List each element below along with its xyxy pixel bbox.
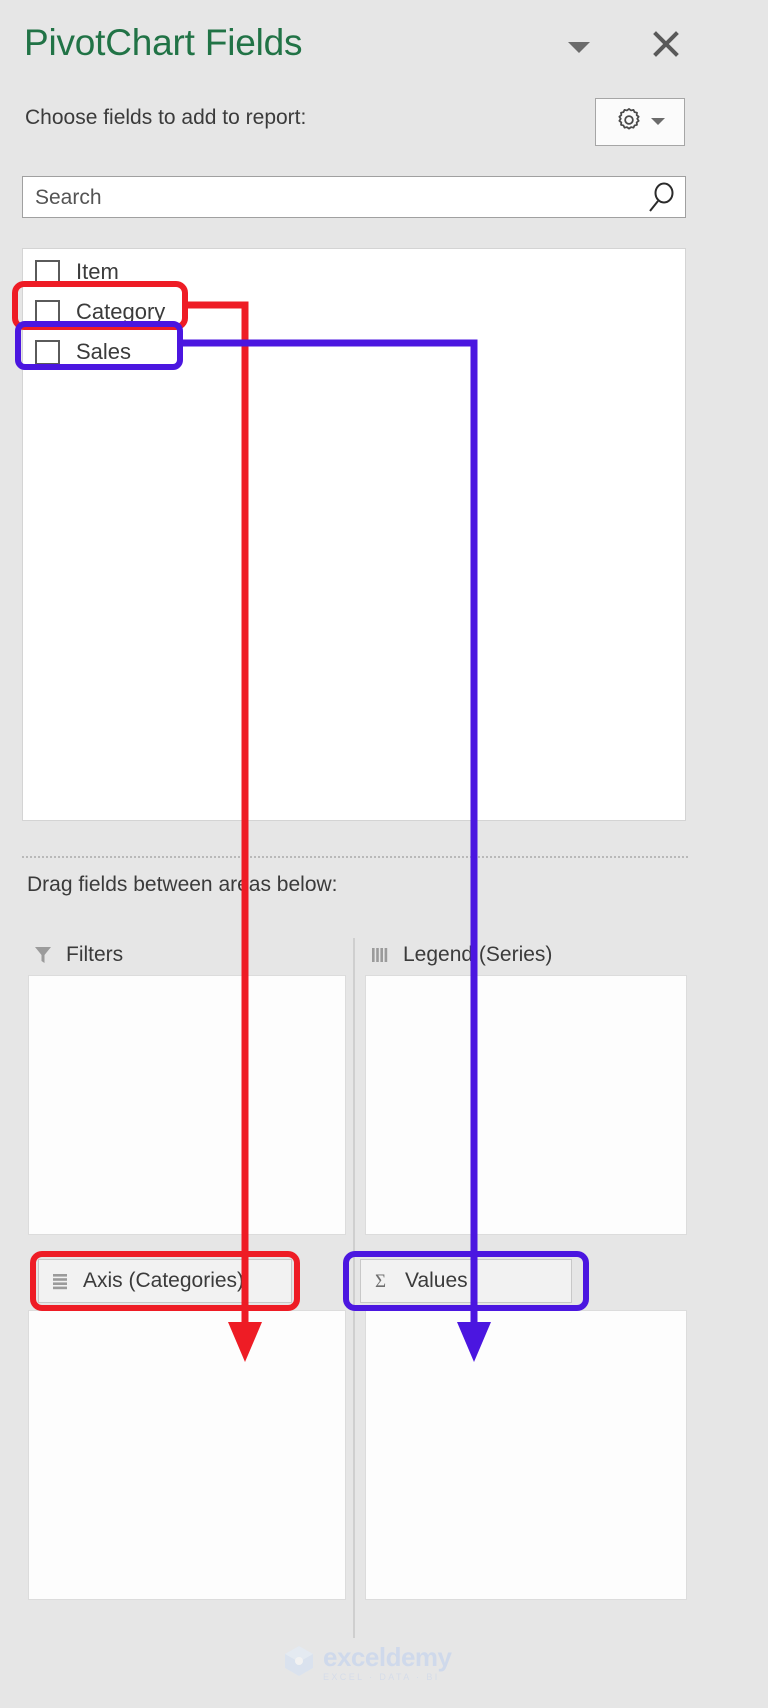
area-header-axis[interactable]: Axis (Categories) [38,1259,292,1303]
area-label-axis: Axis (Categories) [83,1269,245,1292]
area-dropzone-axis[interactable] [28,1310,346,1600]
chevron-down-icon [650,113,666,131]
field-checkbox-item[interactable] [35,259,60,285]
watermark: exceldemy EXCEL · DATA · BI [282,1641,452,1682]
field-label-item: Item [76,259,119,284]
areas-column-separator [353,938,355,1638]
rows-icon [49,1271,71,1291]
field-list[interactable]: Item Category Sales [22,248,686,821]
drag-fields-label: Drag fields between areas below: [27,873,338,896]
field-row-category[interactable]: Category [23,292,685,332]
search-icon[interactable] [646,182,676,213]
choose-fields-label: Choose fields to add to report: [25,106,307,129]
area-header-values[interactable]: Σ Values [360,1259,572,1303]
search-box[interactable] [22,176,686,218]
exceldemy-logo-icon [282,1643,316,1682]
areas-divider [22,856,688,858]
field-label-category: Category [76,299,166,324]
page-title: PivotChart Fields [24,22,303,63]
area-dropzone-filters[interactable] [28,975,346,1235]
bottom-strip [0,1690,768,1708]
gear-icon [614,105,644,140]
area-dropzone-values[interactable] [365,1310,687,1600]
svg-text:Σ: Σ [375,1271,386,1292]
area-header-legend[interactable]: Legend (Series) [369,938,552,972]
field-checkbox-category[interactable] [35,299,60,325]
watermark-name: exceldemy [323,1641,452,1672]
area-dropzone-legend[interactable] [365,975,687,1235]
pane-collapse-button[interactable] [562,30,596,64]
columns-icon [369,945,391,965]
sigma-icon: Σ [371,1270,393,1292]
field-row-item[interactable]: Item [23,252,685,292]
area-label-values: Values [405,1269,468,1292]
field-row-sales[interactable]: Sales [23,332,685,372]
close-pane-button[interactable] [648,28,684,64]
watermark-tagline: EXCEL · DATA · BI [323,1671,440,1682]
field-checkbox-sales[interactable] [35,339,60,365]
close-icon [651,29,681,64]
area-label-filters: Filters [66,943,124,966]
chevron-down-icon [566,39,592,55]
area-label-legend: Legend (Series) [403,943,553,966]
field-list-tools-button[interactable] [595,98,685,146]
search-input[interactable] [33,182,617,214]
area-header-filters[interactable]: Filters [32,938,123,972]
field-label-sales: Sales [76,339,132,364]
filter-funnel-icon [32,945,54,965]
